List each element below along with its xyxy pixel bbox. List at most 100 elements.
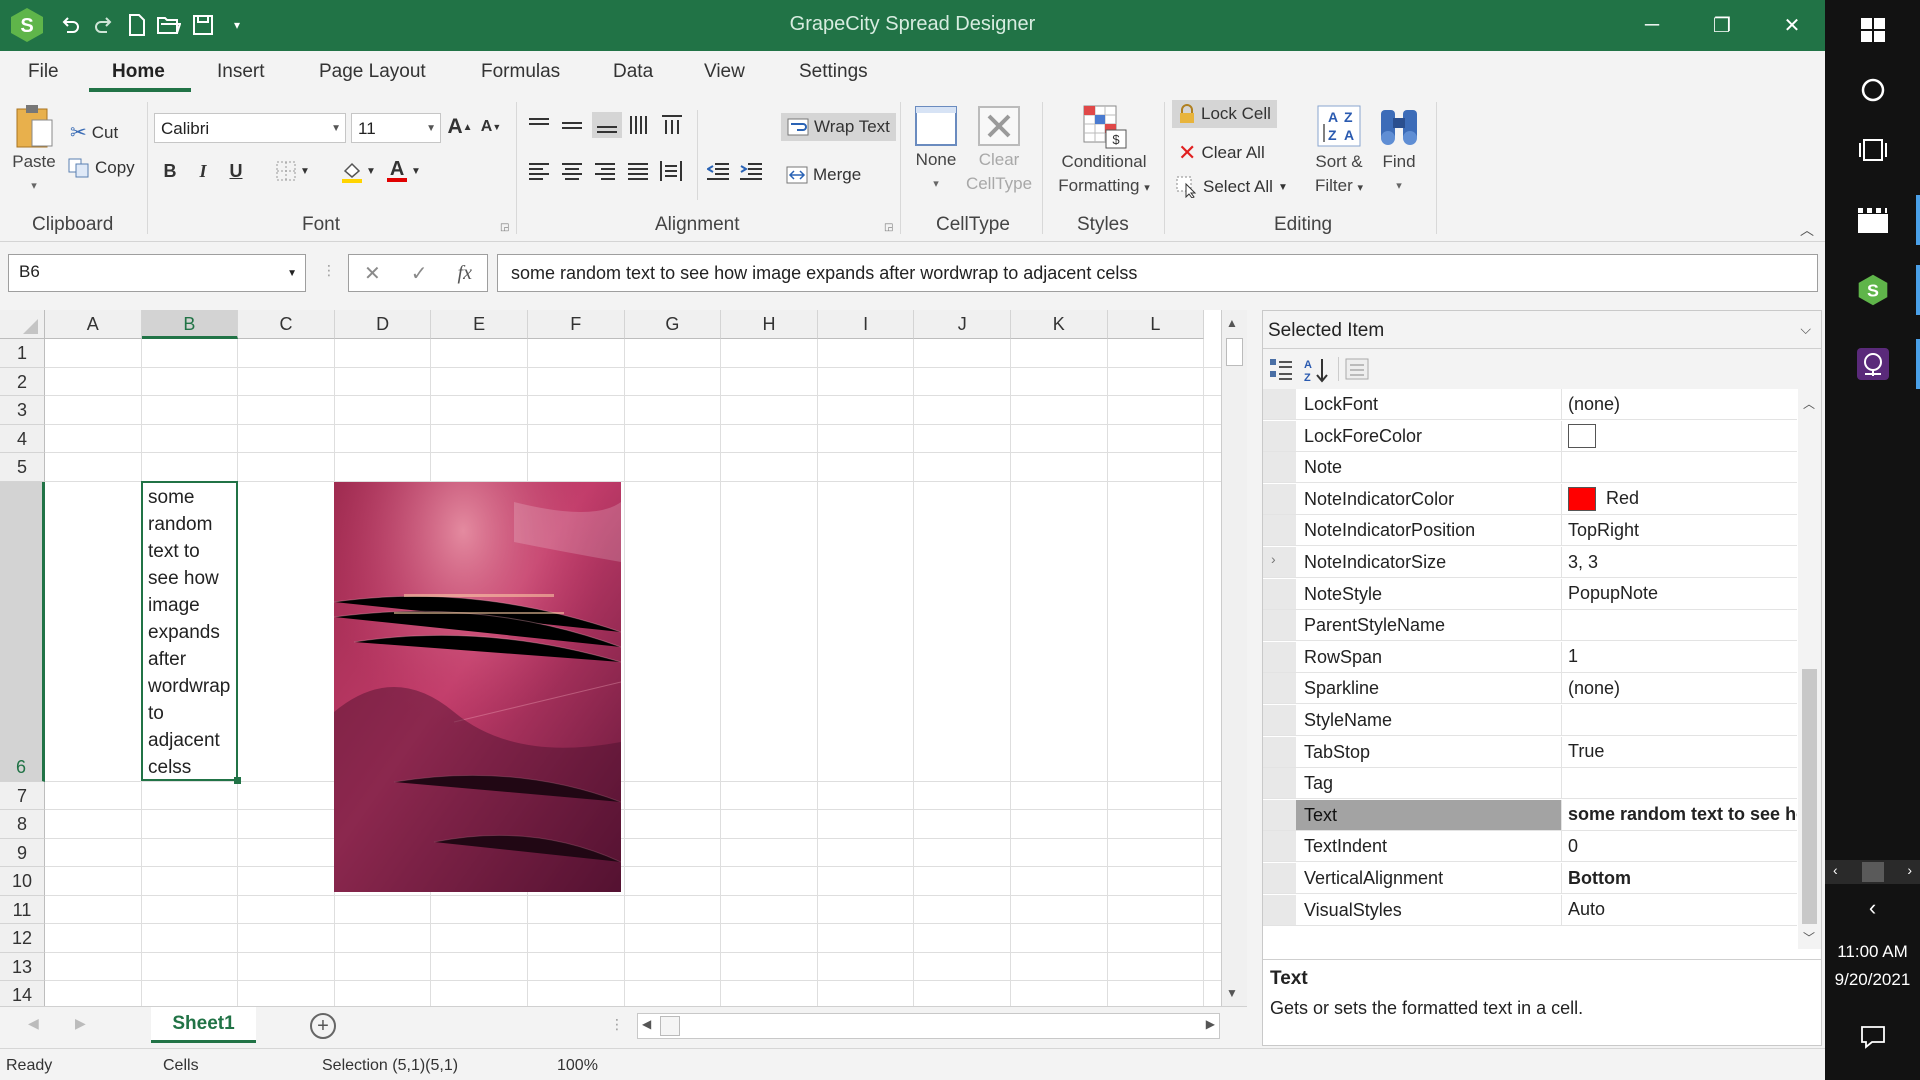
sheet-tab-sheet1[interactable]: Sheet1 (151, 1007, 256, 1043)
scroll-up-icon[interactable]: ▲ (1226, 316, 1238, 330)
app-purple-icon[interactable] (1825, 342, 1920, 386)
row-header-7[interactable]: 7 (0, 781, 45, 810)
property-row-tabstop[interactable]: TabStop True (1263, 736, 1797, 768)
find-button[interactable]: Find ▾ (1374, 104, 1424, 198)
scroll-up-icon[interactable]: ︿ (1803, 395, 1815, 412)
property-row-stylename[interactable]: StyleName (1263, 705, 1797, 736)
restore-button[interactable]: ❐ (1692, 8, 1752, 42)
spread-designer-taskbar-icon[interactable]: S (1825, 268, 1920, 312)
row-header-8[interactable]: 8 (0, 810, 45, 839)
text-direction-icon[interactable] (659, 112, 685, 138)
property-row-rowspan[interactable]: RowSpan 1 (1263, 641, 1797, 673)
next-sheet-icon[interactable]: ▶ (75, 1015, 86, 1032)
grow-font-button[interactable]: A ▲ (447, 114, 473, 140)
row-header-13[interactable]: 13 (0, 952, 45, 981)
property-row-parentstylename[interactable]: ParentStyleName (1263, 610, 1797, 642)
notifications-icon[interactable] (1825, 1020, 1920, 1054)
row-header-6[interactable]: 6 (0, 481, 45, 782)
add-sheet-icon[interactable]: + (310, 1013, 336, 1039)
property-value[interactable]: TopRight (1562, 515, 1797, 545)
clock-time[interactable]: 11:00 AM (1825, 940, 1920, 964)
row-header-11[interactable]: 11 (0, 895, 45, 924)
horizontal-scrollbar[interactable]: ◀ ▶ (637, 1013, 1220, 1039)
select-all-button[interactable]: Select All ▼ (1176, 176, 1288, 198)
close-button[interactable]: ✕ (1762, 8, 1822, 42)
spreadsheet-grid[interactable]: ABCDEFGHIJKL 1 2 3 4 5 6 7 8 9 10 11 12 13 14 (0, 310, 1221, 1006)
row-header-9[interactable]: 9 (0, 838, 45, 867)
font-name-select[interactable]: Calibri ▼ (154, 113, 346, 143)
celltype-none-button[interactable]: None ▾ (910, 104, 962, 196)
property-value[interactable]: some random text to see ho (1562, 800, 1797, 830)
task-view-icon[interactable] (1825, 130, 1920, 170)
align-center-icon[interactable] (559, 158, 585, 184)
property-value[interactable]: 1 (1562, 642, 1797, 672)
sort-filter-button[interactable]: AZZA Sort & Filter ▾ (1310, 104, 1368, 200)
property-row-text[interactable]: Text some random text to see ho (1263, 799, 1797, 831)
column-header-k[interactable]: K (1011, 310, 1108, 339)
categorized-icon[interactable] (1269, 357, 1293, 386)
justify-icon[interactable] (625, 158, 651, 184)
font-dialog-launcher-icon[interactable]: ◲ (500, 222, 509, 233)
chevron-left-icon[interactable]: ‹ (1833, 862, 1838, 878)
align-left-icon[interactable] (526, 158, 552, 184)
row-header-1[interactable]: 1 (0, 339, 45, 368)
property-value[interactable]: Red (1562, 484, 1797, 514)
sheet-picture[interactable] (334, 482, 621, 892)
function-icon[interactable]: fx (458, 262, 472, 285)
property-value[interactable]: 3, 3 (1562, 547, 1797, 577)
first-sheet-icon[interactable]: ◀ (28, 1015, 39, 1032)
clear-celltype-button[interactable]: Clear CellType (966, 104, 1032, 196)
property-value[interactable] (1562, 768, 1797, 798)
property-value[interactable]: (none) (1562, 673, 1797, 703)
chevron-right-icon[interactable]: › (1907, 862, 1912, 878)
tab-data[interactable]: Data (613, 61, 653, 83)
property-scroll-thumb[interactable] (1802, 669, 1817, 924)
tab-settings[interactable]: Settings (799, 61, 868, 83)
column-header-j[interactable]: J (914, 310, 1011, 339)
vertical-scroll-thumb[interactable] (1226, 338, 1243, 366)
row-header-3[interactable]: 3 (0, 396, 45, 425)
column-header-i[interactable]: I (817, 310, 915, 339)
column-header-d[interactable]: D (334, 310, 432, 339)
property-row-note[interactable]: Note (1263, 452, 1797, 484)
property-row-lockforecolor[interactable]: LockForeColor (1263, 420, 1797, 452)
cell-b6[interactable]: some random text to see how image expand… (141, 481, 238, 781)
alignment-dialog-launcher-icon[interactable]: ◲ (884, 222, 893, 233)
borders-button[interactable]: ▼ (270, 158, 316, 184)
property-scrollbar[interactable]: ︿ ﹀ (1798, 389, 1821, 949)
splitter-grip-icon[interactable]: ⋮ (610, 1016, 624, 1033)
vertical-scrollbar[interactable]: ▲ ▼ (1221, 310, 1247, 1006)
cut-button[interactable]: ✂ Cut (70, 120, 118, 145)
cancel-formula-icon[interactable]: ✕ (364, 261, 381, 286)
video-editor-icon[interactable] (1825, 198, 1920, 242)
property-row-verticalalignment[interactable]: VerticalAlignment Bottom (1263, 863, 1797, 894)
property-value[interactable] (1562, 705, 1797, 735)
enter-formula-icon[interactable]: ✓ (411, 261, 428, 286)
tab-page-layout[interactable]: Page Layout (319, 61, 426, 83)
select-all-corner[interactable] (0, 310, 45, 339)
property-value[interactable]: PopupNote (1562, 579, 1797, 609)
paste-button[interactable]: Paste ▾ (8, 104, 60, 198)
tab-file[interactable]: File (28, 61, 59, 83)
show-hidden-icons[interactable]: ‹ (1825, 893, 1920, 923)
property-row-textindent[interactable]: TextIndent 0 (1263, 831, 1797, 863)
merge-button[interactable]: Merge (786, 165, 861, 185)
scroll-down-icon[interactable]: ﹀ (1803, 929, 1815, 946)
tab-insert[interactable]: Insert (217, 61, 265, 83)
column-header-e[interactable]: E (431, 310, 528, 339)
scroll-right-icon[interactable]: ▶ (1206, 1017, 1215, 1031)
property-value[interactable]: Auto (1562, 895, 1797, 925)
shrink-font-button[interactable]: A ▼ (478, 114, 504, 140)
row-expand-icon[interactable]: › (1271, 551, 1276, 567)
alphabetical-sort-icon[interactable]: AZ (1303, 357, 1329, 388)
property-row-noteindicatorcolor[interactable]: NoteIndicatorColor Red (1263, 483, 1797, 515)
status-zoom[interactable]: 100% (557, 1057, 598, 1075)
bold-button[interactable]: B (157, 158, 183, 184)
lock-cell-button[interactable]: Lock Cell (1172, 100, 1277, 128)
property-row-tag[interactable]: Tag (1263, 768, 1797, 800)
column-header-a[interactable]: A (45, 310, 142, 339)
row-header-2[interactable]: 2 (0, 367, 45, 396)
property-value[interactable]: (none) (1562, 389, 1797, 419)
vertical-text-icon[interactable] (626, 112, 652, 138)
scroll-left-icon[interactable]: ◀ (642, 1017, 651, 1031)
